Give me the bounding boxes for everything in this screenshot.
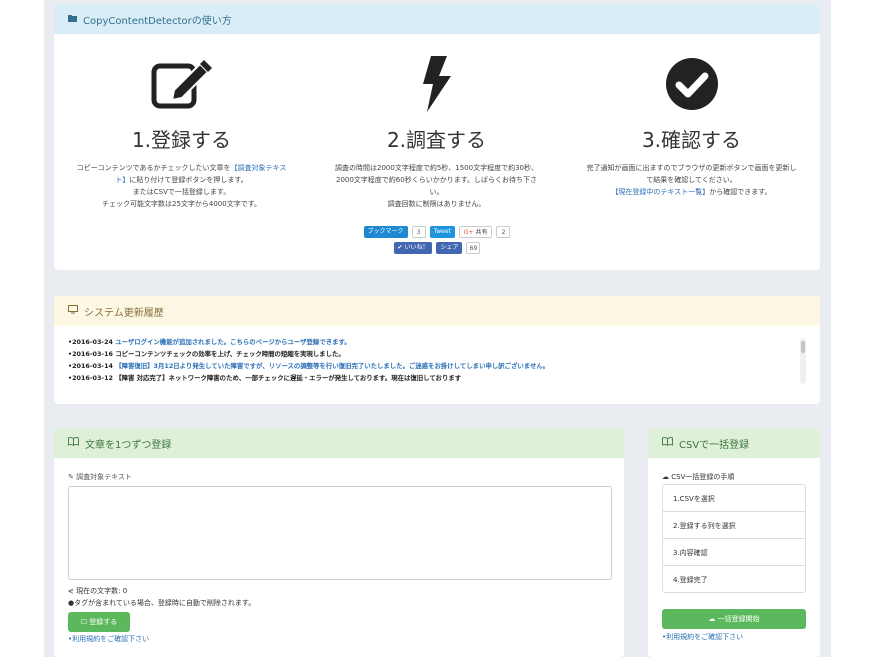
step-description: コピーコンテンツであるかチェックしたい文章を【調査対象テキスト】に貼り付けて登録… [76,164,287,208]
update-item: •2016-03-16 コピーコンテンツチェックの効率を上げ、チェック時間の短縮… [68,348,798,360]
system-updates-panel: システム更新履歴 •2016-03-24 ユーザログイン機能が追加されました。こ… [54,296,820,404]
updates-header: システム更新履歴 [54,296,820,326]
step-description: 完了通知が画面に出ますのでブラウザの更新ボタンで画面を更新して結果を確認してくだ… [586,164,797,196]
gplus-label: 共有 [475,229,488,236]
csv-step-item: 4.登録完了 [662,565,806,593]
csv-step-item: 2.登録する列を選択 [662,511,806,539]
check-circle-icon [564,44,819,124]
target-text-input[interactable] [68,486,612,580]
cloud-upload-icon: ☁ [662,473,669,481]
csv-step-item: 3.内容確認 [662,538,806,566]
updates-title: システム更新履歴 [84,307,164,319]
facebook-like-button[interactable]: ✔ いいね！ [393,242,433,254]
tag-note: ●タグが含まれている場合、登録時に自動で削除されます。 [68,599,256,607]
step-title: 1.登録する [131,128,232,152]
folder-icon [68,14,77,25]
gplus-share-button[interactable]: G+ 共有 [458,226,493,238]
target-text-label-text: 調査対象テキスト [76,473,132,481]
update-item: •2016-03-24 ユーザログイン機能が追加されました。こちらのページからユ… [68,336,798,348]
register-button[interactable]: ☐ 登録する [68,612,130,632]
step-investigate: 2.調査する 調査の時間は2000文字程度で約5秒、1500文字程度で約30秒、… [309,44,564,210]
bulk-register-button[interactable]: ☁ 一括登録開始 [662,609,806,629]
update-text[interactable]: 【障害復旧】3月12日より発生していた障害ですが、リソースの調整等を行い復旧完了… [115,362,549,370]
share-count: 69 [466,242,481,254]
social-buttons: ブックマーク 3 Tweet G+ 共有 2 ✔ いいね！ シェア 69 [54,226,820,254]
edit-icon [54,44,309,124]
register-button-label: 登録する [89,618,118,626]
hatena-count: 3 [411,226,426,238]
register-icon: ☐ [80,618,88,626]
share-nodes-icon: ⋞ [68,587,74,595]
char-count-text: 現在の文字数: 0 [76,587,128,595]
csv-steps-list: 1.CSVを選択 2.登録する列を選択 3.内容確認 4.登録完了 [662,484,806,593]
update-text: コピーコンテンツチェックの効率を上げ、チェック時間の短縮を実現しました。 [115,350,345,358]
updates-scrollbar[interactable] [800,338,806,384]
step-confirm: 3.確認する 完了通知が画面に出ますのでブラウザの更新ボタンで画面を更新して結果… [564,44,819,210]
csv-header: CSVで一括登録 [648,428,820,458]
update-date: •2016-03-16 [68,350,113,358]
howto-title: CopyContentDetectorの使い方 [83,15,232,27]
csv-terms-link[interactable]: •利用規約をご確認下さい [662,632,743,642]
book-icon [662,437,673,449]
howto-panel: CopyContentDetectorの使い方 1.登録する コピーコンテンツで… [54,4,820,270]
char-count: ⋞ 現在の文字数: 0 [68,586,127,596]
single-register-title: 文章を1つずつ登録 [85,439,172,451]
cloud-upload-icon: ☁ [708,615,716,623]
csv-title: CSVで一括登録 [679,439,750,451]
tweet-button[interactable]: Tweet [429,226,455,238]
gplus-icon: G+ [463,229,474,236]
gplus-count: 2 [496,226,511,238]
like-label: いいね！ [404,244,429,251]
edit-small-icon: ✎ [68,473,74,481]
update-date: •2016-03-12 [68,374,113,382]
step-description: 調査の時間は2000文字程度で約5秒、1500文字程度で約30秒、2000文字程… [335,164,538,208]
book-icon [68,437,79,449]
terms-link[interactable]: •利用規約をご確認下さい [68,634,149,644]
bulk-register-button-label: 一括登録開始 [717,615,760,623]
monitor-icon [68,305,78,317]
update-date: •2016-03-24 [68,338,113,346]
single-register-panel: 文章を1つずつ登録 ✎ 調査対象テキスト ⋞ 現在の文字数: 0 ●タグが含まれ… [54,428,624,657]
csv-step-item: 1.CSVを選択 [662,484,806,512]
bolt-icon [309,44,564,124]
updates-list: •2016-03-24 ユーザログイン機能が追加されました。こちらのページからユ… [68,336,798,384]
csv-steps-label: ☁ CSV一括登録の手順 [662,472,734,482]
thumbs-up-icon: ✔ [397,244,403,251]
target-text-label: ✎ 調査対象テキスト [68,472,132,482]
step-title: 3.確認する [641,128,742,152]
step-register: 1.登録する コピーコンテンツであるかチェックしたい文章を【調査対象テキスト】に… [54,44,309,210]
update-date: •2016-03-14 [68,362,113,370]
hatena-bookmark-button[interactable]: ブックマーク [363,226,408,238]
update-item: •2016-03-12 【障害 対応完了】ネットワーク障害のため、一部チェックに… [68,372,798,384]
step-title: 2.調査する [386,128,487,152]
update-item: •2016-03-14 【障害復旧】3月12日より発生していた障害ですが、リソー… [68,360,798,372]
csv-register-panel: CSVで一括登録 ☁ CSV一括登録の手順 1.CSVを選択 2.登録する列を選… [648,428,820,657]
howto-header: CopyContentDetectorの使い方 [54,4,820,34]
single-register-header: 文章を1つずつ登録 [54,428,624,458]
csv-steps-label-text: CSV一括登録の手順 [671,473,735,481]
update-text: 【障害 対応完了】ネットワーク障害のため、一部チェックに遅延・エラーが発生してお… [115,374,462,382]
facebook-share-button[interactable]: シェア [436,242,463,254]
update-text[interactable]: ユーザログイン機能が追加されました。こちらのページからユーザ登録できます。 [115,338,350,346]
